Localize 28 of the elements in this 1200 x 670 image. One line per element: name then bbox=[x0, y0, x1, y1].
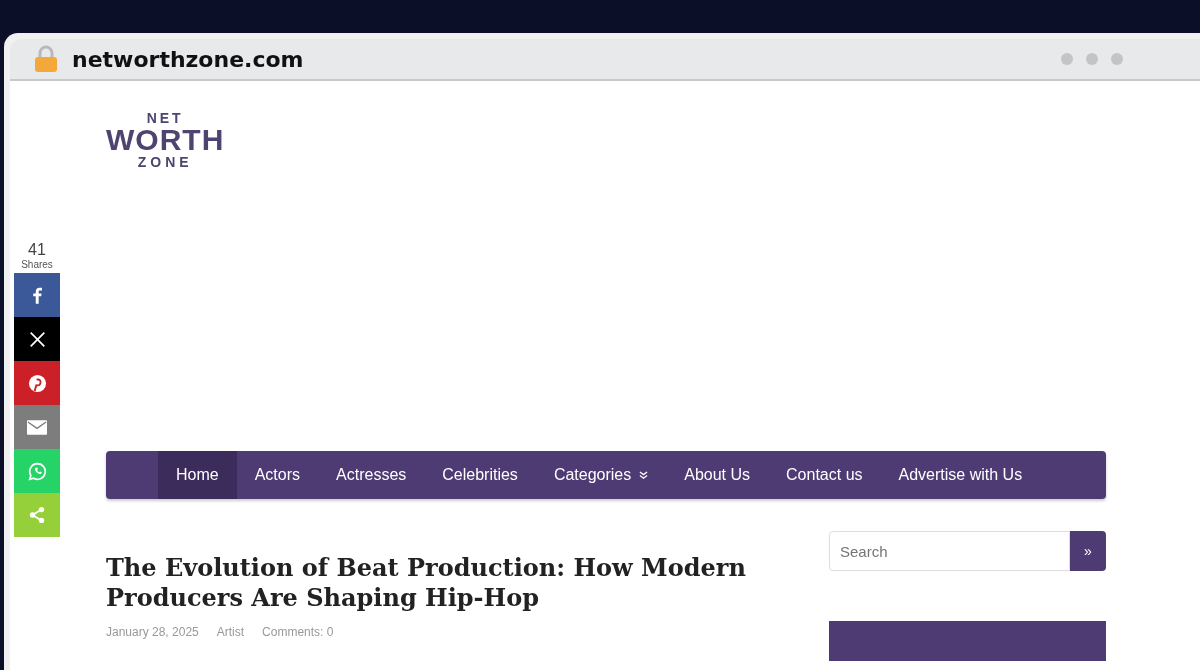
article-title: The Evolution of Beat Production: How Modern Producers Are Shaping Hip-Hop bbox=[106, 553, 747, 613]
nav-item[interactable]: Celebrities bbox=[424, 451, 536, 499]
post-date: January 28, 2025 bbox=[106, 625, 199, 639]
pin-icon bbox=[27, 373, 47, 393]
phone-bubble-icon bbox=[27, 461, 47, 481]
search-field[interactable]: Search bbox=[829, 531, 1070, 571]
nav-item[interactable]: Advertise with Us bbox=[880, 451, 1041, 499]
facebook-share-button[interactable] bbox=[14, 273, 60, 317]
site-logo[interactable]: NET WORTH ZONE bbox=[106, 111, 225, 169]
share-icon bbox=[28, 506, 46, 524]
shares-label: Shares bbox=[21, 259, 53, 270]
share-count: 41 bbox=[28, 241, 46, 259]
search-button[interactable]: » bbox=[1070, 531, 1106, 571]
nav-item[interactable]: Home bbox=[158, 451, 237, 499]
window-dots-icon bbox=[1060, 52, 1124, 66]
lock-icon bbox=[34, 45, 58, 73]
nav-item[interactable]: About Us bbox=[666, 451, 769, 499]
facebook-icon bbox=[32, 286, 42, 304]
nav-item[interactable]: Categories bbox=[535, 451, 667, 499]
pinterest-share-button[interactable] bbox=[14, 361, 60, 405]
nav-item[interactable]: Contact us bbox=[768, 451, 881, 499]
x-logo-icon bbox=[28, 330, 46, 348]
x-share-button[interactable] bbox=[14, 317, 60, 361]
email-share-button[interactable] bbox=[14, 405, 60, 449]
nav-item[interactable]: Actors bbox=[236, 451, 319, 499]
url-text[interactable]: networthzone.com bbox=[72, 46, 304, 72]
nav-item[interactable]: Actresses bbox=[318, 451, 425, 499]
envelope-icon bbox=[27, 419, 47, 435]
